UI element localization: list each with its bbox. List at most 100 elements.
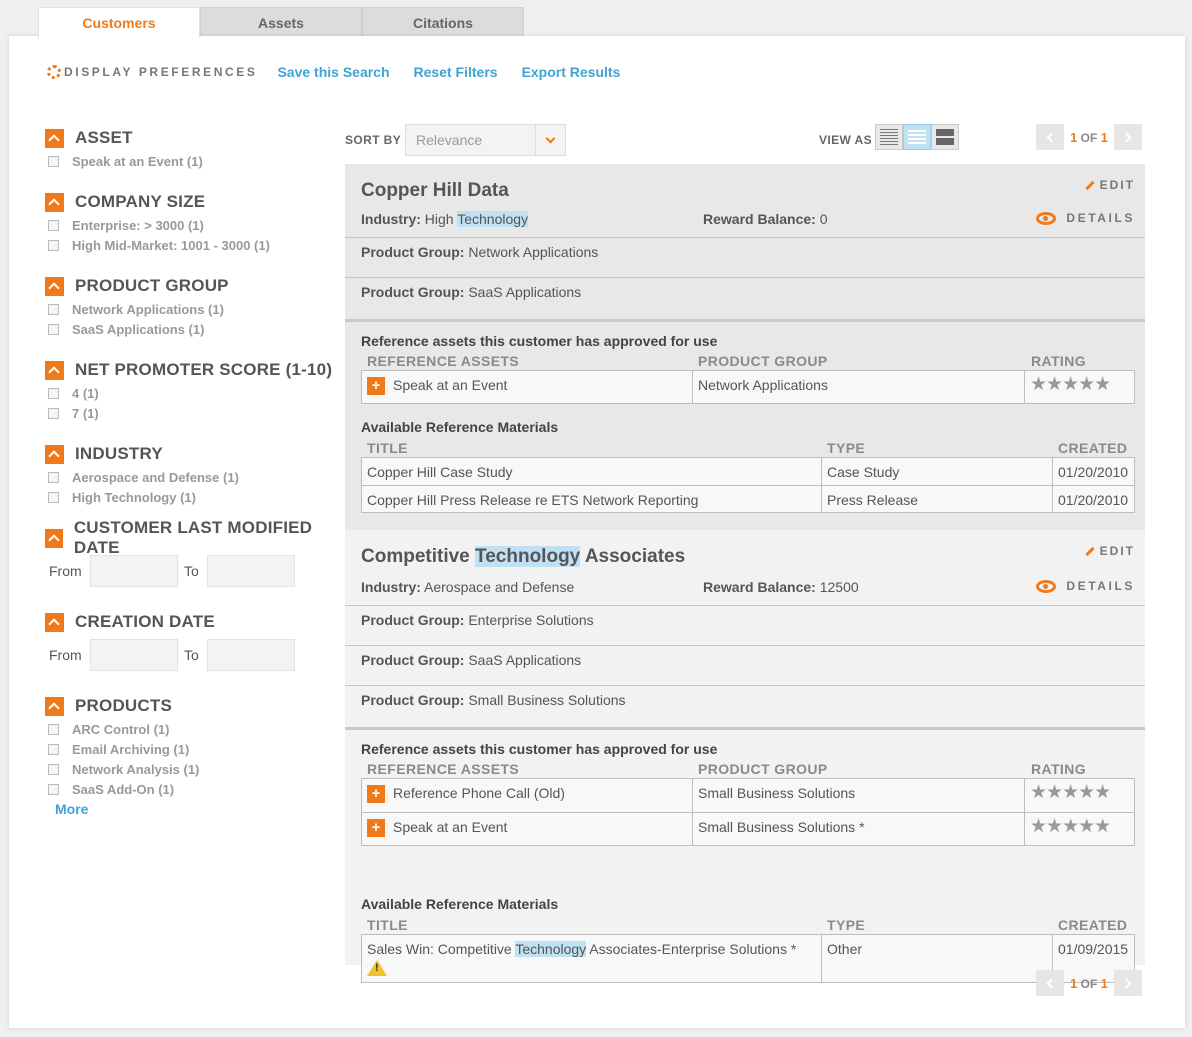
assets-table: + Speak at an Event Network Applications … [361,370,1135,404]
export-results-link[interactable]: Export Results [522,64,621,80]
filter-checkbox[interactable] [48,471,59,483]
to-date-input[interactable] [207,639,295,671]
product-group-line: Product Group: SaaS Applications [361,652,582,668]
filter-checkbox[interactable] [48,783,59,795]
details-link[interactable]: DETAILS [1036,211,1135,225]
sort-dropdown-button[interactable] [535,125,565,155]
table-row: + Reference Phone Call (Old) Small Busine… [362,779,1134,813]
filter-title: CREATION DATE [75,612,215,631]
collapse-icon[interactable] [45,444,64,464]
asset-name: Speak at an Event [393,819,508,835]
material-title[interactable]: Sales Win: Competitive Technology Associ… [362,935,822,982]
table-row: Copper Hill Press Release re ETS Network… [362,486,1134,512]
asset-group: Network Applications [693,371,1025,403]
next-page-button[interactable] [1114,970,1142,996]
rating-stars[interactable]: ★★★★★ [1030,374,1111,395]
gear-icon[interactable] [47,65,61,79]
table-row: + Speak at an Event Small Business Soluti… [362,813,1134,845]
material-created: 01/20/2010 [1058,464,1129,480]
filter-products: PRODUCTS ARC Control (1) Email Archiving… [45,696,199,817]
material-type: Other [822,935,1053,982]
filter-checkbox[interactable] [48,155,59,167]
customer-card: Copper Hill Data EDIT Industry: High Tec… [345,164,1145,530]
to-date-input[interactable] [207,555,295,587]
filter-option-label: SaaS Add-On (1) [72,781,175,797]
reset-filters-link[interactable]: Reset Filters [414,64,498,80]
collapse-icon[interactable] [45,192,64,212]
chevron-left-icon [1046,978,1057,988]
filter-checkbox[interactable] [48,219,59,231]
col-header: REFERENCE ASSETS [367,353,520,369]
reward-balance: Reward Balance: 0 [703,211,828,227]
display-preferences-link[interactable]: DISPLAY PREFERENCES [64,65,257,79]
collapse-icon[interactable] [45,528,63,548]
more-link[interactable]: More [55,801,199,817]
collapse-icon[interactable] [45,360,64,380]
filter-option-label: High Mid-Market: 1001 - 3000 (1) [72,237,270,253]
filter-industry: INDUSTRY Aerospace and Defense (1) High … [45,444,239,507]
materials-table: Copper Hill Case Study Case Study 01/20/… [361,457,1135,513]
rating-stars[interactable]: ★★★★★ [1030,816,1111,837]
expand-icon[interactable]: + [367,819,385,838]
filter-checkbox[interactable] [48,303,59,315]
collapse-icon[interactable] [45,696,64,716]
prev-page-button[interactable] [1036,124,1064,150]
customer-card: Competitive Technology Associates EDIT I… [345,530,1145,983]
asset-name: Speak at an Event [393,377,508,393]
next-page-button[interactable] [1114,124,1142,150]
save-search-link[interactable]: Save this Search [277,64,389,80]
expand-icon[interactable]: + [367,785,385,804]
customer-name[interactable]: Copper Hill Data [361,180,509,202]
collapse-icon[interactable] [45,276,64,296]
filter-checkbox[interactable] [48,491,59,503]
materials-table: Sales Win: Competitive Technology Associ… [361,934,1135,983]
approved-assets-heading: Reference assets this customer has appro… [361,333,718,349]
expand-icon[interactable]: + [367,377,385,396]
tab-customers[interactable]: Customers [38,7,200,38]
collapse-icon[interactable] [45,128,64,148]
tab-citations[interactable]: Citations [362,7,524,37]
view-toggle [875,124,959,150]
product-group-line: Product Group: Network Applications [361,244,599,260]
rating-stars[interactable]: ★★★★★ [1030,782,1111,803]
view-compact-button[interactable] [875,124,903,150]
filter-checkbox[interactable] [48,763,59,775]
filter-title: INDUSTRY [75,444,163,463]
filter-checkbox[interactable] [48,387,59,399]
collapse-icon[interactable] [45,612,64,632]
details-link[interactable]: DETAILS [1036,579,1135,593]
asset-group: Small Business Solutions [693,779,1025,812]
materials-heading: Available Reference Materials [361,419,559,435]
filter-checkbox[interactable] [48,323,59,335]
filter-checkbox[interactable] [48,743,59,755]
filter-title: PRODUCTS [75,696,172,715]
industry-line: Industry: High Technology [361,211,529,227]
filter-checkbox[interactable] [48,723,59,735]
view-block-button[interactable] [931,124,959,150]
product-group-line: Product Group: Small Business Solutions [361,692,626,708]
assets-table: + Reference Phone Call (Old) Small Busine… [361,778,1135,846]
pagination-bottom: 1 OF 1 [1036,970,1142,996]
customer-name[interactable]: Competitive Technology Associates [361,546,685,568]
edit-link[interactable]: EDIT [1085,544,1135,558]
from-label: From [49,563,82,579]
filter-title: COMPANY SIZE [75,192,206,211]
tab-assets[interactable]: Assets [200,7,362,37]
from-date-input[interactable] [90,639,178,671]
eye-icon [1036,211,1057,225]
sort-select[interactable]: Relevance [405,124,566,156]
pencil-icon [1085,180,1095,190]
materials-heading: Available Reference Materials [361,896,559,912]
table-row: Sales Win: Competitive Technology Associ… [362,935,1134,982]
material-title[interactable]: Copper Hill Press Release re ETS Network… [362,486,822,512]
edit-link[interactable]: EDIT [1085,178,1135,192]
view-list-button[interactable] [903,124,931,150]
from-date-input[interactable] [90,555,178,587]
prev-page-button[interactable] [1036,970,1064,996]
industry-line: Industry: Aerospace and Defense [361,579,575,595]
material-title[interactable]: Copper Hill Case Study [362,458,822,485]
filter-checkbox[interactable] [48,407,59,419]
filter-option-label: ARC Control (1) [72,721,170,737]
pagination-top: 1 OF 1 [1036,124,1142,150]
filter-checkbox[interactable] [48,239,59,251]
